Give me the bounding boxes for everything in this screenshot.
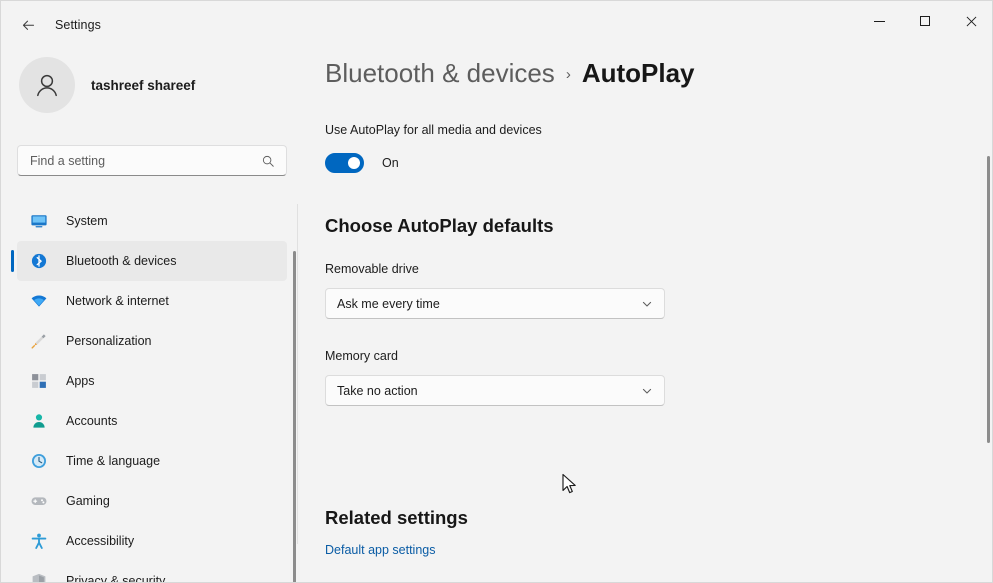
sidebar-item-accounts[interactable]: Accounts [17,401,287,441]
search-input[interactable] [18,153,261,168]
account-name: tashreef shareef [91,77,196,93]
toggle-state-label: On [382,156,399,170]
sidebar-item-label: Privacy & security [66,574,166,583]
account-summary[interactable]: tashreef shareef [19,57,297,113]
sidebar-item-system[interactable]: System [17,201,287,241]
sidebar-item-label: Personalization [66,334,152,348]
sidebar-item-privacy-and-security[interactable]: Privacy & security [17,561,287,583]
autoplay-toggle[interactable] [325,153,364,173]
defaults-section-title: Choose AutoPlay defaults [325,215,554,236]
sidebar: tashreef shareef System Bluetooth & devi… [1,49,297,583]
removable-drive-label: Removable drive [325,262,419,276]
master-toggle-row: On [325,153,399,173]
breadcrumb-separator: › [565,66,571,83]
removable-drive-dropdown[interactable]: Ask me every time [325,288,665,319]
sidebar-nav: System Bluetooth & devices Network & int… [1,201,297,583]
bluetooth-icon [29,251,49,271]
breadcrumb: Bluetooth & devices › AutoPlay [325,58,695,89]
memory-card-dropdown[interactable]: Take no action [325,375,665,406]
search-box[interactable] [17,145,287,176]
close-icon [966,16,976,26]
content-pane: Bluetooth & devices › AutoPlay Use AutoP… [297,49,992,582]
toggle-thumb [348,157,360,169]
sidebar-item-personalization[interactable]: Personalization [17,321,287,361]
memory-card-value: Take no action [337,383,418,398]
sidebar-item-network-and-internet[interactable]: Network & internet [17,281,287,321]
monitor-icon [29,211,49,231]
sidebar-item-label: Gaming [66,494,110,508]
paintbrush-icon [29,331,49,351]
sidebar-item-label: Bluetooth & devices [66,254,177,268]
apps-grid-icon [29,371,49,391]
window-controls [856,1,992,41]
removable-drive-value: Ask me every time [337,296,440,311]
sidebar-item-label: System [66,214,108,228]
sidebar-item-label: Network & internet [66,294,169,308]
sidebar-item-bluetooth-and-devices[interactable]: Bluetooth & devices [11,241,287,281]
sidebar-scrollbar[interactable] [293,251,296,582]
clock-icon [29,451,49,471]
content-scrollbar[interactable] [987,156,990,443]
sidebar-item-label: Accounts [66,414,118,428]
content-divider [297,204,298,544]
person-icon [29,411,49,431]
sidebar-item-gaming[interactable]: Gaming [17,481,287,521]
default-app-settings-link[interactable]: Default app settings [325,543,436,557]
user-avatar-icon [37,74,57,97]
title-bar: Settings [1,1,992,49]
maximize-button[interactable] [902,1,948,41]
master-toggle-label: Use AutoPlay for all media and devices [325,123,542,137]
minimize-icon [873,20,885,22]
accessibility-icon [29,531,49,551]
sidebar-item-accessibility[interactable]: Accessibility [17,521,287,561]
minimize-button[interactable] [856,1,902,41]
chevron-down-icon [641,385,664,397]
sidebar-item-time-and-language[interactable]: Time & language [17,441,287,481]
maximize-icon [920,16,930,26]
page-title: AutoPlay [581,58,695,88]
app-title: Settings [55,18,101,32]
arrow-left-icon [22,20,34,30]
shield-icon [29,571,49,582]
sidebar-item-label: Apps [66,374,95,388]
back-button[interactable] [11,10,45,40]
avatar [19,57,75,113]
breadcrumb-parent[interactable]: Bluetooth & devices [325,58,555,89]
wifi-icon [29,291,49,311]
gamepad-icon [29,491,49,511]
chevron-down-icon [641,298,664,310]
related-section-title: Related settings [325,507,468,528]
close-button[interactable] [948,1,992,41]
settings-window: Settings tashreef shareef Find a setting… [0,0,993,583]
sidebar-item-apps[interactable]: Apps [17,361,287,401]
sidebar-item-label: Time & language [66,454,161,468]
memory-card-label: Memory card [325,349,398,363]
sidebar-item-label: Accessibility [66,534,135,548]
search-icon [261,154,275,168]
